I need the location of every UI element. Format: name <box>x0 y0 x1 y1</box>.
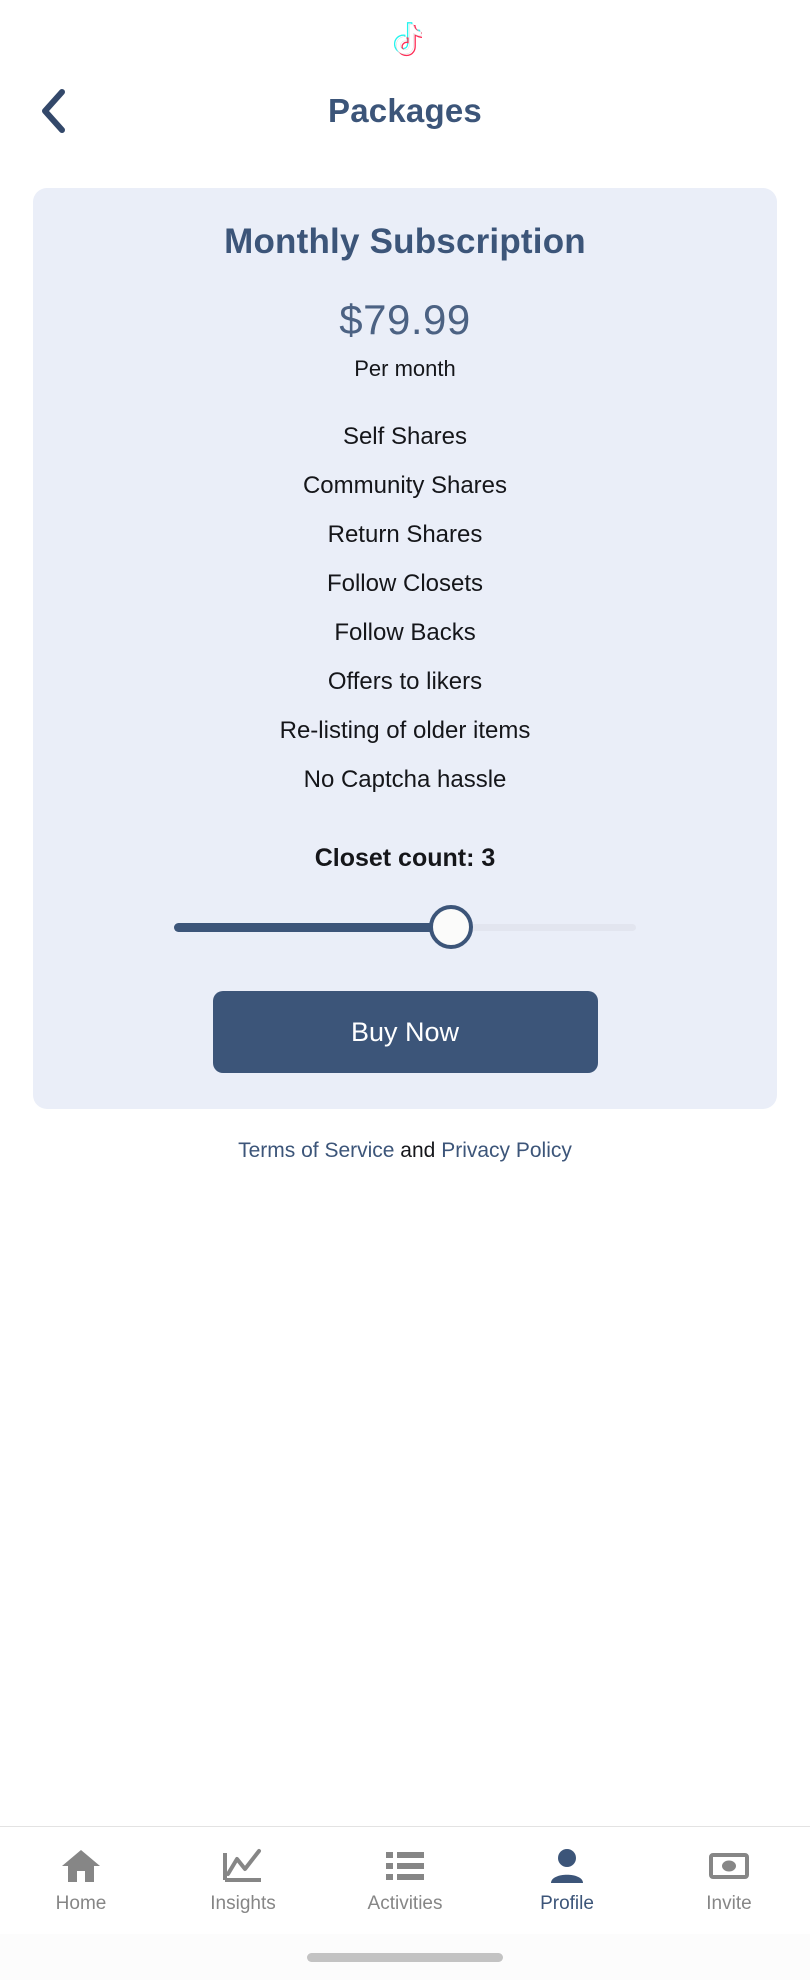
slider-fill <box>174 922 452 932</box>
nav-label-invite: Invite <box>706 1893 752 1914</box>
list-item: Return Shares <box>327 521 483 548</box>
nav-item-home[interactable]: Home <box>0 1827 162 1934</box>
back-button[interactable] <box>28 85 80 137</box>
nav-label-activities: Activities <box>367 1893 443 1914</box>
buy-now-button[interactable]: Buy Now <box>212 991 598 1073</box>
list-item: Community Shares <box>302 472 508 499</box>
nav-item-activities[interactable]: Activities <box>324 1827 486 1934</box>
list-item: Follow Backs <box>334 619 476 646</box>
bottom-navigation: Home Insights Activities Profile Invite <box>0 1826 810 1934</box>
package-card: Monthly Subscription $79.99 Per month Se… <box>33 188 777 1109</box>
tiktok-logo-icon <box>388 22 422 62</box>
home-indicator-area <box>0 1934 810 1980</box>
closet-count-slider[interactable] <box>174 899 636 955</box>
nav-item-profile[interactable]: Profile <box>486 1827 648 1934</box>
nav-label-insights: Insights <box>210 1893 276 1914</box>
slider-thumb[interactable] <box>429 905 474 949</box>
home-indicator[interactable] <box>307 1952 503 1962</box>
package-price-period: Per month <box>354 356 456 381</box>
nav-label-profile: Profile <box>540 1893 594 1914</box>
page-header: Packages <box>0 72 810 150</box>
app-screen: Packages Monthly Subscription $79.99 Per… <box>0 0 810 1980</box>
person-icon <box>546 1846 588 1886</box>
page-title: Packages <box>328 92 482 129</box>
package-title: Monthly Subscription <box>224 222 586 261</box>
privacy-policy-link[interactable]: Privacy Policy <box>441 1139 572 1162</box>
legal-links: Terms of Service and Privacy Policy <box>0 1139 810 1163</box>
nav-label-home: Home <box>55 1893 107 1914</box>
feature-list: Self Shares Community Shares Return Shar… <box>59 412 751 804</box>
list-item: Re-listing of older items <box>279 717 531 744</box>
list-item: Offers to likers <box>327 668 483 695</box>
nav-item-invite[interactable]: Invite <box>648 1827 810 1934</box>
chevron-left-icon <box>39 88 69 134</box>
chart-line-icon <box>222 1846 264 1886</box>
legal-conjunction: and <box>394 1139 442 1162</box>
brand-logo-container <box>0 0 810 72</box>
terms-of-service-link[interactable]: Terms of Service <box>238 1139 394 1162</box>
list-item: Self Shares <box>342 423 468 450</box>
closet-count-label: Closet count: 3 <box>314 844 496 872</box>
list-item: Follow Closets <box>326 570 484 597</box>
package-price: $79.99 <box>339 296 471 343</box>
money-card-icon <box>708 1846 750 1886</box>
list-item: No Captcha hassle <box>303 766 507 793</box>
home-icon <box>60 1846 102 1886</box>
list-icon <box>384 1846 426 1886</box>
nav-item-insights[interactable]: Insights <box>162 1827 324 1934</box>
